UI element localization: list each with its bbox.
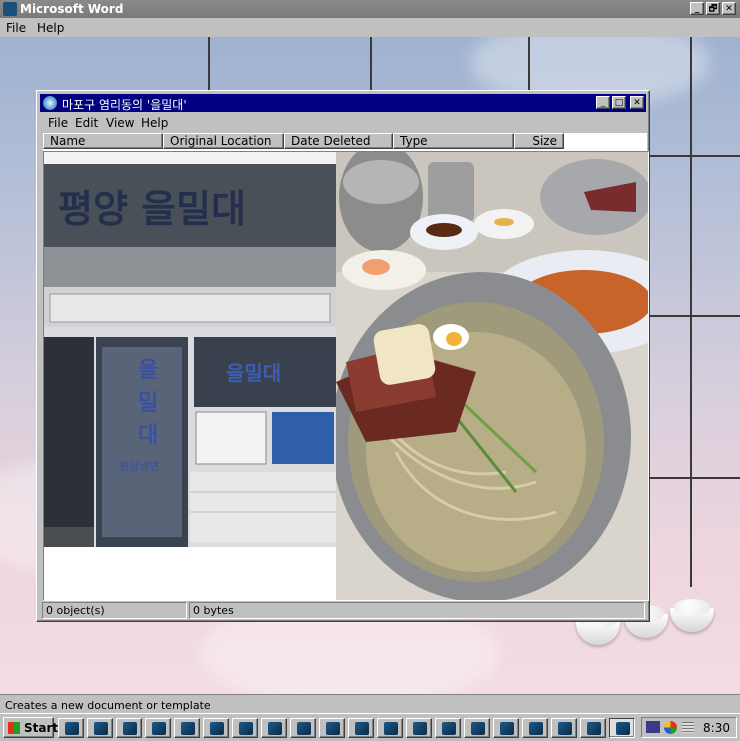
app-icon bbox=[65, 722, 79, 735]
taskbar-app-button[interactable] bbox=[261, 718, 287, 738]
taskbar-app-button[interactable] bbox=[348, 718, 374, 738]
app-close-button[interactable]: ✕ bbox=[722, 2, 736, 15]
globe-icon bbox=[43, 96, 57, 110]
taskbar-app-button[interactable] bbox=[116, 718, 142, 738]
taskbar-app-button[interactable] bbox=[609, 718, 635, 738]
window-close-button[interactable]: ✕ bbox=[630, 96, 644, 109]
taskbar-app-button[interactable] bbox=[174, 718, 200, 738]
app-icon bbox=[355, 722, 369, 735]
door-sign-1: 을 bbox=[138, 358, 158, 383]
window-title: 마포구 염리동의 '을밀대' bbox=[62, 98, 187, 112]
taskbar-app-button[interactable] bbox=[145, 718, 171, 738]
app-icon bbox=[210, 722, 224, 735]
door-sign-2: 밀 bbox=[138, 391, 158, 416]
system-tray: 8:30 bbox=[641, 717, 737, 738]
taskbar-app-button[interactable] bbox=[406, 718, 432, 738]
column-size[interactable]: Size bbox=[514, 133, 564, 149]
taskbar-app-button[interactable] bbox=[58, 718, 84, 738]
app-minimize-button[interactable]: _ bbox=[690, 2, 704, 15]
app-icon bbox=[616, 722, 630, 735]
windows-logo-icon bbox=[8, 722, 20, 734]
app-icon bbox=[558, 722, 572, 735]
taskbar-app-button[interactable] bbox=[435, 718, 461, 738]
monitor-icon[interactable] bbox=[646, 721, 660, 733]
window-sign: 을밀대 bbox=[226, 361, 281, 385]
app-icon bbox=[326, 722, 340, 735]
status-bytes: 0 bytes bbox=[189, 602, 645, 619]
start-button[interactable]: Start bbox=[3, 717, 58, 738]
window-menu-file[interactable]: File bbox=[48, 116, 68, 130]
window-menu-view[interactable]: View bbox=[106, 116, 134, 130]
globe-tray-icon[interactable] bbox=[664, 721, 677, 734]
window-title-bar[interactable]: 마포구 염리동의 '을밀대' _ □ ✕ bbox=[40, 94, 646, 112]
app-menu-bar: File Help bbox=[0, 18, 740, 37]
window-menu-edit[interactable]: Edit bbox=[75, 116, 98, 130]
app-icon bbox=[413, 722, 427, 735]
taskbar-app-button[interactable] bbox=[551, 718, 577, 738]
recycle-bin-window[interactable]: 마포구 염리동의 '을밀대' _ □ ✕ File Edit View Help… bbox=[36, 90, 650, 622]
app-title-bar: Microsoft Word _ 🗗 ✕ bbox=[0, 0, 740, 18]
status-objects: 0 object(s) bbox=[42, 602, 187, 619]
window-menu-help[interactable]: Help bbox=[141, 116, 168, 130]
app-maximize-button[interactable]: 🗗 bbox=[706, 2, 720, 15]
window-maximize-button[interactable]: □ bbox=[612, 96, 626, 109]
volume-icon[interactable] bbox=[682, 722, 694, 733]
upper-sign-text: 평양 을밀대 bbox=[58, 187, 246, 231]
window-status-bar: 0 object(s) 0 bytes bbox=[40, 601, 646, 619]
app-icon bbox=[94, 722, 108, 735]
app-icon bbox=[297, 722, 311, 735]
window-menu-bar: File Edit View Help bbox=[40, 113, 646, 131]
app-icon bbox=[384, 722, 398, 735]
taskbar-app-button[interactable] bbox=[464, 718, 490, 738]
tile-line bbox=[690, 37, 692, 587]
tile-line bbox=[370, 37, 372, 92]
rice-bowl bbox=[670, 599, 714, 635]
menu-file[interactable]: File bbox=[6, 21, 26, 35]
noodle-bowl-photo bbox=[336, 152, 648, 600]
taskbar: Start 8:30 bbox=[0, 713, 740, 741]
app-icon bbox=[442, 722, 456, 735]
window-minimize-button[interactable]: _ bbox=[596, 96, 610, 109]
column-date-deleted[interactable]: Date Deleted bbox=[284, 133, 393, 149]
file-list-area[interactable]: 평양 을밀대 을 밀 대 평양냉면 을밀대 bbox=[43, 151, 649, 601]
app-icon bbox=[152, 722, 166, 735]
app-title: Microsoft Word bbox=[20, 2, 124, 16]
column-original-location[interactable]: Original Location bbox=[163, 133, 284, 149]
tile-line bbox=[650, 155, 740, 157]
menu-help[interactable]: Help bbox=[37, 21, 64, 35]
app-icon bbox=[500, 722, 514, 735]
word-app-icon bbox=[3, 2, 17, 16]
app-icon bbox=[268, 722, 282, 735]
tile-line bbox=[208, 37, 210, 92]
clock: 8:30 bbox=[703, 721, 730, 735]
column-type[interactable]: Type bbox=[393, 133, 514, 149]
tile-line bbox=[650, 315, 740, 317]
app-icon bbox=[239, 722, 253, 735]
tile-line bbox=[650, 477, 740, 479]
status-message: Creates a new document or template bbox=[5, 699, 211, 712]
tile-line bbox=[528, 37, 530, 92]
taskbar-app-button[interactable] bbox=[87, 718, 113, 738]
taskbar-app-button[interactable] bbox=[493, 718, 519, 738]
app-icon bbox=[123, 722, 137, 735]
taskbar-app-button[interactable] bbox=[203, 718, 229, 738]
app-icon bbox=[587, 722, 601, 735]
storefront-photo: 평양 을밀대 을 밀 대 평양냉면 을밀대 bbox=[44, 152, 336, 600]
app-icon bbox=[471, 722, 485, 735]
taskbar-app-button[interactable] bbox=[522, 718, 548, 738]
app-icon bbox=[181, 722, 195, 735]
taskbar-app-button[interactable] bbox=[290, 718, 316, 738]
door-sign-3: 대 bbox=[138, 423, 158, 448]
taskbar-app-button[interactable] bbox=[580, 718, 606, 738]
taskbar-app-button[interactable] bbox=[319, 718, 345, 738]
taskbar-app-button[interactable] bbox=[377, 718, 403, 738]
column-name[interactable]: Name bbox=[43, 133, 163, 149]
door-subsign: 평양냉면 bbox=[119, 460, 159, 473]
taskbar-app-button[interactable] bbox=[232, 718, 258, 738]
app-icon bbox=[529, 722, 543, 735]
app-status-bar: Creates a new document or template bbox=[0, 694, 740, 714]
column-headers: Name Original Location Date Deleted Type… bbox=[43, 133, 647, 151]
